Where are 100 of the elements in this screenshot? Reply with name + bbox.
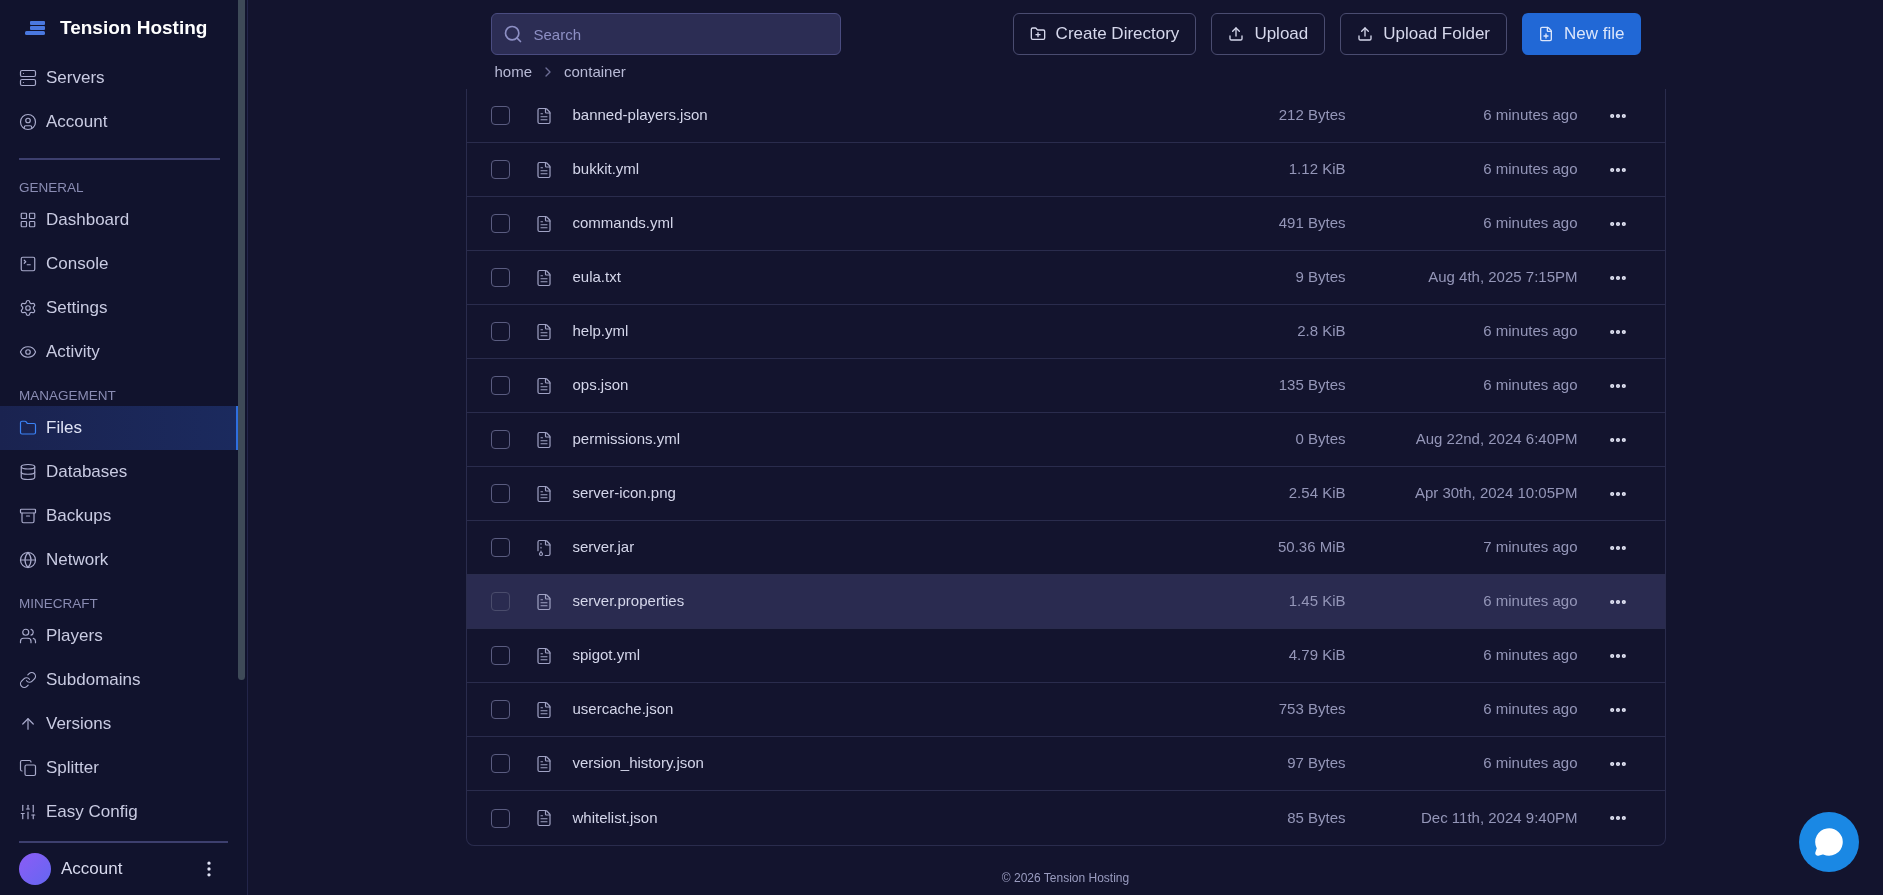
toolbar-button[interactable]: Upload Folder (1340, 13, 1508, 55)
checkbox[interactable] (490, 646, 510, 665)
file-size: 97 Bytes (1286, 753, 1346, 774)
avatar[interactable] (19, 853, 51, 885)
checkbox[interactable] (490, 484, 510, 503)
file-size: 491 Bytes (1277, 213, 1346, 234)
toolbar-button[interactable]: New file (1522, 13, 1641, 55)
section-heading: MANAGEMENT (18, 386, 117, 405)
upload-icon (1357, 26, 1374, 42)
file-row[interactable]: usercache.json 753 Bytes 6 minutes ago (466, 683, 1665, 737)
file-size: 4.79 KiB (1287, 645, 1346, 666)
checkbox[interactable] (490, 592, 510, 611)
chat-button[interactable] (1799, 812, 1859, 872)
file-name[interactable]: commands.yml (572, 212, 1146, 235)
file-name[interactable]: spigot.yml (572, 644, 1146, 667)
file-icon (534, 484, 553, 503)
checkbox[interactable] (490, 268, 510, 287)
sidebar-item[interactable]: Files (0, 406, 239, 450)
file-row[interactable]: permissions.yml 0 Bytes Aug 22nd, 2024 6:40PM (466, 413, 1665, 467)
modified-time: 6 minutes ago (1482, 159, 1578, 180)
checkbox[interactable] (490, 160, 510, 179)
sidebar-item[interactable]: Account (0, 100, 239, 144)
sidebar-item[interactable]: Databases (0, 450, 239, 494)
file-name[interactable]: server-icon.png (572, 482, 1146, 505)
checkbox[interactable] (490, 700, 510, 719)
upload-icon (1228, 26, 1245, 42)
file-size: 1.45 KiB (1287, 591, 1346, 612)
sidebar-item[interactable]: Settings (0, 286, 239, 330)
file-row[interactable]: server.properties 1.45 KiB 6 minutes ago (466, 575, 1665, 629)
file-name[interactable]: usercache.json (572, 698, 1146, 721)
file-size: 1.12 KiB (1287, 159, 1346, 180)
sidebar-item[interactable]: Subdomains (0, 658, 239, 702)
file-plus-icon (1538, 26, 1555, 42)
sidebar-item[interactable]: Dashboard (0, 198, 239, 242)
file-size: 0 Bytes (1294, 429, 1346, 450)
sidebar-item[interactable]: Backups (0, 494, 239, 538)
section-heading: GENERAL (18, 178, 85, 197)
toolbar-button[interactable]: Upload (1211, 13, 1326, 55)
file-name[interactable]: eula.txt (572, 266, 1146, 289)
sidebar-item[interactable]: Players (0, 614, 239, 658)
file-size: 85 Bytes (1286, 807, 1346, 828)
file-icon (534, 106, 553, 125)
file-icon (534, 268, 553, 287)
file-row[interactable]: banned-players.json 212 Bytes 6 minutes ago (466, 89, 1665, 143)
breadcrumb-link[interactable]: home (494, 60, 533, 84)
folder-icon (19, 419, 37, 437)
modified-time: 7 minutes ago (1482, 537, 1578, 558)
checkbox[interactable] (490, 106, 510, 125)
file-name[interactable]: server.jar (572, 536, 1146, 559)
file-icon (534, 322, 553, 341)
checkbox[interactable] (490, 214, 510, 233)
file-row[interactable]: help.yml 2.8 KiB 6 minutes ago (466, 305, 1665, 359)
chat-bubble-icon (1814, 827, 1844, 857)
sidebar-item[interactable]: Console (0, 242, 239, 286)
file-row[interactable]: ops.json 135 Bytes 6 minutes ago (466, 359, 1665, 413)
account-icon (19, 113, 37, 131)
sidebar-item[interactable]: Servers (0, 56, 239, 100)
checkbox[interactable] (490, 754, 510, 773)
server-stack-logo-icon (24, 20, 46, 36)
toolbar-button[interactable]: Create Directory (1012, 13, 1197, 55)
file-name[interactable]: whitelist.json (572, 806, 1146, 830)
file-archive-icon (534, 538, 553, 557)
checkbox[interactable] (490, 538, 510, 557)
scrollbar[interactable] (238, 0, 245, 680)
checkbox[interactable] (490, 430, 510, 449)
sidebar-item[interactable]: Activity (0, 330, 239, 374)
file-name[interactable]: banned-players.json (572, 104, 1146, 127)
file-name[interactable]: permissions.yml (572, 428, 1146, 451)
file-size: 753 Bytes (1277, 699, 1346, 720)
copy-icon (19, 759, 37, 777)
file-row[interactable]: bukkit.yml 1.12 KiB 6 minutes ago (466, 143, 1665, 197)
breadcrumb-link[interactable]: container (564, 60, 626, 84)
file-name[interactable]: version_history.json (572, 752, 1146, 775)
file-icon (534, 700, 553, 719)
sidebar-item[interactable]: Splitter (0, 746, 239, 790)
file-name[interactable]: server.properties (572, 590, 1146, 613)
file-row[interactable]: server-icon.png 2.54 KiB Apr 30th, 2024 10:05PM (466, 467, 1665, 521)
checkbox[interactable] (490, 322, 510, 341)
users-icon (19, 627, 37, 645)
checkbox[interactable] (490, 376, 510, 395)
file-row[interactable]: version_history.json 97 Bytes 6 minutes ago (466, 737, 1665, 791)
file-name[interactable]: bukkit.yml (572, 158, 1146, 181)
search-field[interactable]: Search (490, 13, 841, 55)
file-icon (534, 160, 553, 179)
eye-icon (19, 343, 37, 361)
checkbox[interactable] (490, 808, 510, 828)
file-row[interactable]: spigot.yml 4.79 KiB 6 minutes ago (466, 629, 1665, 683)
file-name[interactable]: help.yml (572, 320, 1146, 343)
modified-time: 6 minutes ago (1482, 321, 1578, 342)
file-row[interactable]: commands.yml 491 Bytes 6 minutes ago (466, 197, 1665, 251)
file-row[interactable]: eula.txt 9 Bytes Aug 4th, 2025 7:15PM (466, 251, 1665, 305)
file-size: 2.8 KiB (1296, 321, 1346, 342)
sidebar-item[interactable]: Easy Config (0, 790, 239, 834)
modified-time: 6 minutes ago (1482, 105, 1578, 126)
sidebar-item[interactable]: Network (0, 538, 239, 582)
sidebar-item[interactable]: Versions (0, 702, 239, 746)
file-row[interactable]: whitelist.json 85 Bytes Dec 11th, 2024 9:40PM (466, 791, 1665, 845)
file-name[interactable]: ops.json (572, 374, 1146, 397)
file-icon (534, 592, 553, 611)
modified-time: Dec 11th, 2024 9:40PM (1420, 807, 1578, 828)
